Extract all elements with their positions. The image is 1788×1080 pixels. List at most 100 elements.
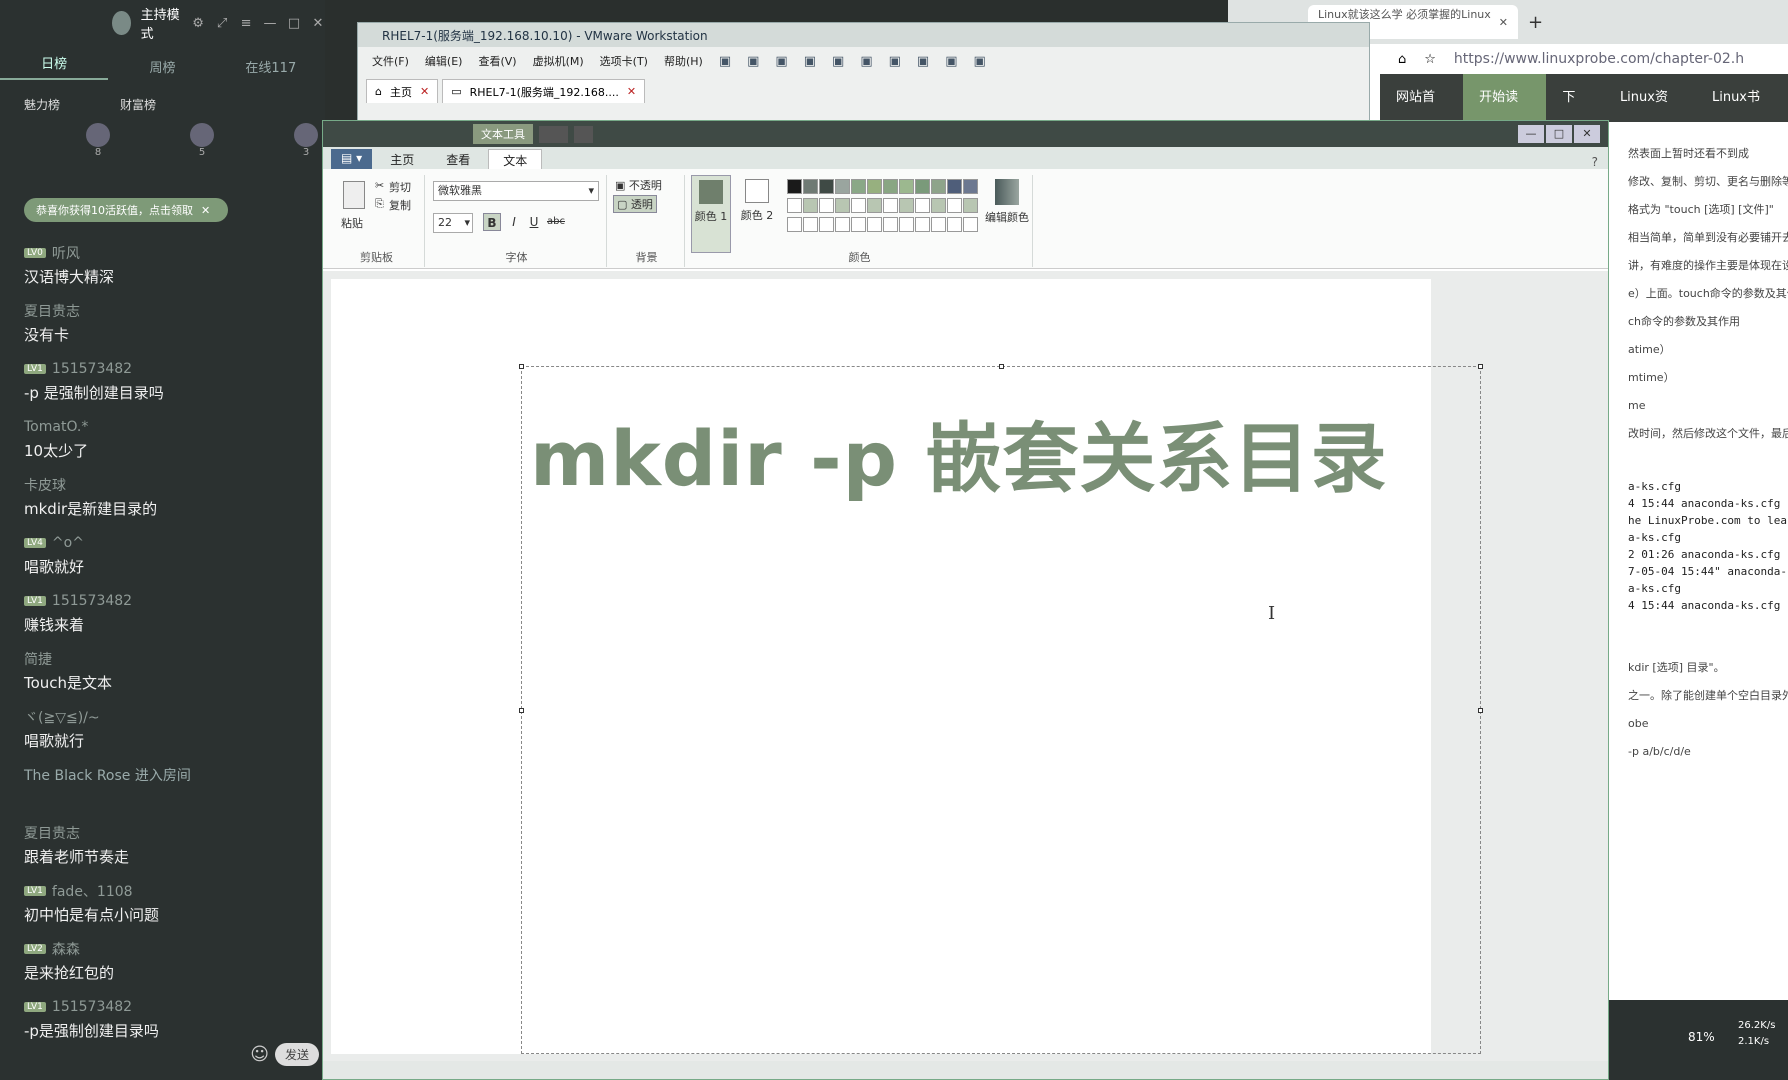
emoji-icon[interactable]: ☺ bbox=[250, 1044, 269, 1065]
resize-handle[interactable] bbox=[999, 364, 1004, 369]
chat-user[interactable]: The Black Rose 进入房间 bbox=[24, 764, 314, 786]
cut-button[interactable]: 剪切 bbox=[389, 179, 411, 195]
color-swatch[interactable] bbox=[883, 179, 898, 194]
fullscreen-icon[interactable]: ▣ bbox=[917, 54, 929, 69]
copy-button[interactable]: 复制 bbox=[389, 197, 411, 213]
drawing-canvas[interactable]: mkdir -p 嵌套关系目录 bbox=[331, 279, 1483, 1054]
snapshot-icon[interactable]: ▣ bbox=[775, 54, 787, 69]
color-swatch[interactable] bbox=[835, 179, 850, 194]
color-swatch[interactable] bbox=[819, 179, 834, 194]
vmware-menu-item[interactable]: 查看(V) bbox=[478, 53, 516, 69]
tab-vm[interactable]: ▭ RHEL7-1(服务端_192.168.... ✕ bbox=[442, 79, 646, 103]
color-swatch[interactable] bbox=[931, 217, 946, 232]
underline-button[interactable]: U bbox=[525, 213, 543, 231]
color-swatch[interactable] bbox=[947, 179, 962, 194]
tab-home[interactable]: 主页 bbox=[376, 149, 428, 169]
close-icon[interactable]: ✕ bbox=[1574, 125, 1600, 143]
new-tab-icon[interactable]: + bbox=[1528, 12, 1543, 33]
color-swatch[interactable] bbox=[899, 217, 914, 232]
chat-user[interactable]: LV1 fade、1108 bbox=[24, 880, 314, 902]
color-swatch[interactable] bbox=[851, 217, 866, 232]
nav-download[interactable]: 下载 bbox=[1546, 74, 1604, 153]
color-swatch[interactable] bbox=[899, 179, 914, 194]
color-swatch[interactable] bbox=[915, 198, 930, 213]
help-icon[interactable]: ? bbox=[1592, 155, 1598, 169]
font-family-select[interactable]: 微软雅黑 ▾ bbox=[433, 181, 599, 201]
rank-charm[interactable]: 魅力榜 bbox=[24, 96, 60, 113]
nav-read[interactable]: 开始读书 bbox=[1463, 74, 1547, 153]
color-swatch[interactable] bbox=[883, 217, 898, 232]
vmware-menu-item[interactable]: 编辑(E) bbox=[425, 53, 463, 69]
resize-handle[interactable] bbox=[519, 708, 524, 713]
color-swatch[interactable] bbox=[819, 217, 834, 232]
close-icon[interactable]: ✕ bbox=[420, 85, 429, 98]
color-swatch[interactable] bbox=[963, 179, 978, 194]
chat-user[interactable]: TomatO.* bbox=[24, 416, 314, 438]
resize-handle[interactable] bbox=[1478, 364, 1483, 369]
vmware-menu-item[interactable]: 文件(F) bbox=[372, 53, 409, 69]
italic-button[interactable]: I bbox=[505, 213, 523, 231]
chat-user[interactable]: 夏目贵志 bbox=[24, 822, 314, 844]
color-swatch[interactable] bbox=[867, 217, 882, 232]
text-box[interactable]: mkdir -p 嵌套关系目录 bbox=[519, 364, 1483, 1054]
close-icon[interactable]: ✕ bbox=[201, 204, 210, 217]
color2-button[interactable]: 颜色 2 bbox=[737, 175, 777, 253]
strikethrough-button[interactable]: abc bbox=[547, 213, 565, 231]
transparent-button[interactable]: ▢ 透明 bbox=[613, 195, 657, 213]
color-swatch[interactable] bbox=[931, 179, 946, 194]
color-swatch[interactable] bbox=[803, 179, 818, 194]
color-swatch[interactable] bbox=[819, 198, 834, 213]
home-icon[interactable]: ⌂ bbox=[1398, 52, 1406, 67]
pause-icon[interactable]: ▣ bbox=[719, 54, 731, 69]
font-size-select[interactable]: 22 ▾ bbox=[433, 213, 473, 233]
close-icon[interactable]: ✕ bbox=[311, 16, 325, 31]
close-icon[interactable]: ✕ bbox=[1499, 16, 1508, 29]
color-swatch[interactable] bbox=[803, 217, 818, 232]
star-icon[interactable]: ☆ bbox=[1424, 52, 1436, 67]
color-swatch[interactable] bbox=[899, 198, 914, 213]
tab-daily[interactable]: 日榜 bbox=[0, 53, 109, 80]
popout-icon[interactable]: ⤢ bbox=[215, 16, 229, 31]
tab-view[interactable]: 查看 bbox=[432, 149, 484, 169]
paste-button[interactable]: 粘贴 bbox=[341, 215, 363, 231]
chat-user[interactable]: LV0 听风 bbox=[24, 242, 314, 264]
avatar[interactable] bbox=[294, 123, 318, 147]
cut-icon[interactable]: ✂ bbox=[375, 179, 384, 192]
color1-button[interactable]: 颜色 1 bbox=[691, 175, 731, 253]
chat-user[interactable]: ヾ(≧▽≦)/~ bbox=[24, 706, 314, 728]
tab-weekly[interactable]: 周榜 bbox=[108, 57, 216, 76]
avatar[interactable] bbox=[86, 123, 110, 147]
reward-toast[interactable]: 恭喜你获得10活跃值，点击领取 ✕ bbox=[24, 198, 228, 222]
sidebar-icon[interactable]: ▣ bbox=[860, 54, 872, 69]
chat-user[interactable]: LV2 森森 bbox=[24, 938, 314, 960]
edit-colors-button[interactable]: 编辑颜色 bbox=[983, 175, 1031, 225]
nav-books[interactable]: Linux书籍 bbox=[1696, 74, 1788, 153]
send-keys-icon[interactable]: ▣ bbox=[747, 54, 759, 69]
opaque-button[interactable]: ▣ 不透明 bbox=[615, 177, 662, 193]
unity-icon[interactable]: ▣ bbox=[945, 54, 957, 69]
minimize-icon[interactable]: — bbox=[1518, 125, 1544, 143]
view-icon[interactable]: ▣ bbox=[974, 54, 986, 69]
manage-snapshots-icon[interactable]: ▣ bbox=[832, 54, 844, 69]
host-avatar[interactable] bbox=[112, 11, 131, 35]
tab-text[interactable]: 文本 bbox=[488, 149, 543, 169]
copy-icon[interactable]: ⎘ bbox=[375, 197, 384, 211]
chat-user[interactable]: LV1 151573482 bbox=[24, 358, 314, 380]
color-swatch[interactable] bbox=[867, 179, 882, 194]
chat-user[interactable]: 卡皮球 bbox=[24, 474, 314, 496]
vmware-menu-item[interactable]: 帮助(H) bbox=[664, 53, 703, 69]
color-swatch[interactable] bbox=[851, 179, 866, 194]
color-swatch[interactable] bbox=[915, 179, 930, 194]
chat-user[interactable]: LV1 151573482 bbox=[24, 996, 314, 1018]
send-button[interactable]: 发送 bbox=[274, 1042, 319, 1066]
revert-icon[interactable]: ▣ bbox=[804, 54, 816, 69]
paste-icon[interactable] bbox=[343, 181, 365, 209]
color-swatch[interactable] bbox=[963, 198, 978, 213]
color-swatch[interactable] bbox=[947, 217, 962, 232]
maximize-icon[interactable]: □ bbox=[1546, 125, 1572, 143]
menu-icon[interactable]: ≡ bbox=[239, 16, 253, 31]
color-swatch[interactable] bbox=[915, 217, 930, 232]
close-icon[interactable]: ✕ bbox=[627, 85, 636, 98]
vmware-menu-item[interactable]: 选项卡(T) bbox=[600, 53, 648, 69]
bold-button[interactable]: B bbox=[483, 213, 501, 231]
